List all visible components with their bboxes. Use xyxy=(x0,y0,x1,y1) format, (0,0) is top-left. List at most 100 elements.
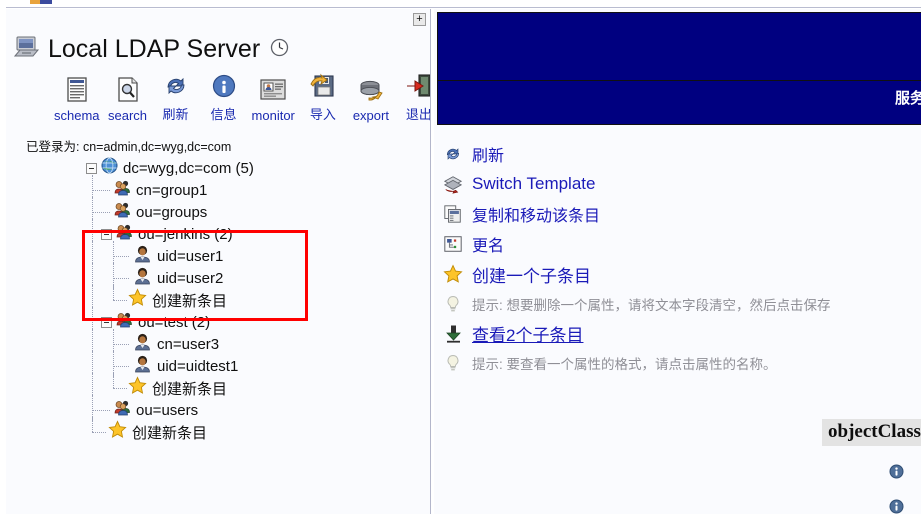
info-circle-icon xyxy=(211,71,237,101)
tree-guide-elbow xyxy=(113,300,127,301)
tree-guide-line xyxy=(113,285,114,300)
rename-icon xyxy=(442,234,464,254)
tree-node-create-entry-jenkins[interactable]: 创建新条目 xyxy=(6,285,430,311)
toolbar-monitor-button[interactable]: monitor xyxy=(248,75,299,123)
menu-item-create-child-entry[interactable]: 创建一个子条目 xyxy=(442,259,921,289)
group-icon xyxy=(114,179,131,201)
tree-node-uid-uidtest1[interactable]: uid=uidtest1 xyxy=(6,351,430,378)
tree-node-root[interactable]: dc=wyg,dc=com (5) xyxy=(6,157,430,179)
tree-toggle-ou-jenkins[interactable] xyxy=(101,228,112,240)
tree-node-cn-group1[interactable]: cn=group1 xyxy=(6,175,430,201)
tab-fragment-orange xyxy=(30,0,40,4)
ldap-toolbar: schema search 刷新 信息 monitor 导入 export 退出 xyxy=(50,71,430,123)
tree-guide-line xyxy=(113,373,114,388)
user-icon xyxy=(133,332,152,356)
app-window: + Local LDAP Server schema search 刷新 信息 … xyxy=(0,0,921,514)
header-separator xyxy=(438,80,921,81)
tree-node-label: ou=users xyxy=(136,401,199,419)
expand-panel-button[interactable]: + xyxy=(413,13,426,26)
tree-node-ou-groups[interactable]: ou=groups xyxy=(6,197,430,223)
tree-node-ou-test[interactable]: ou=test (2) xyxy=(6,307,430,333)
menu-item-switch-template[interactable]: Switch Template xyxy=(442,169,921,199)
tree-toggle-ou-test[interactable] xyxy=(101,316,112,328)
menu-item-view-children[interactable]: 查看2个子条目 xyxy=(442,318,921,348)
star-icon xyxy=(108,420,127,444)
menu-item-label: 创建一个子条目 xyxy=(472,266,591,286)
tree-guide-elbow xyxy=(113,278,129,279)
menu-item-refresh[interactable]: 刷新 xyxy=(442,139,921,169)
refresh-arrows-icon xyxy=(162,71,190,101)
group-icon xyxy=(114,201,131,223)
menu-item-label: 更名 xyxy=(472,238,505,255)
tree-node-label: uid=uidtest1 xyxy=(157,357,239,375)
tree-node-cn-user3[interactable]: cn=user3 xyxy=(6,329,430,356)
toolbar-info-button[interactable]: 信息 xyxy=(200,71,248,123)
info-circle-icon[interactable] xyxy=(889,499,904,514)
toolbar-logout-label: 退出 xyxy=(405,107,430,122)
menu-item-label: 刷新 xyxy=(472,148,505,165)
tree-node-uid-user1[interactable]: uid=user1 xyxy=(6,241,430,268)
toolbar-schema-button[interactable]: schema xyxy=(50,75,104,123)
toolbar-export-button[interactable]: export xyxy=(347,75,395,123)
refresh-arrows-icon xyxy=(442,144,464,164)
tree-toggle-root[interactable] xyxy=(86,162,97,174)
toolbar-import-button[interactable]: 导入 xyxy=(299,71,347,123)
lightbulb-icon xyxy=(442,295,464,313)
toolbar-schema-label: schema xyxy=(54,108,100,123)
tree-guide-line xyxy=(92,417,93,432)
schema-document-icon xyxy=(64,75,90,105)
tree-node-label: dc=wyg,dc=com (5) xyxy=(123,159,254,177)
group-icon xyxy=(114,399,131,421)
header-server-label: 服务器 xyxy=(894,90,921,107)
entry-action-menu: 刷新 Switch Template 复制和移动该条目 更名 创建一个子条目 提… xyxy=(442,139,921,377)
tree-guide-elbow xyxy=(92,432,106,433)
star-icon xyxy=(128,376,147,400)
clock-icon[interactable] xyxy=(270,38,289,62)
download-arrow-icon xyxy=(442,324,464,343)
menu-item-copy-move[interactable]: 复制和移动该条目 xyxy=(442,199,921,229)
tree-node-label: ou=test (2) xyxy=(138,313,211,331)
toolbar-logout-button[interactable]: 退出 xyxy=(395,71,430,123)
server-title-row: Local LDAP Server xyxy=(13,35,289,64)
tree-guide-elbow xyxy=(113,256,129,257)
hint-attribute-format: 提示: 要查看一个属性的格式，请点击属性的名称。 xyxy=(442,348,921,377)
entry-detail-panel: 服务器 刷新 xyxy=(434,9,921,514)
lightbulb-icon xyxy=(442,354,464,372)
toolbar-export-label: export xyxy=(352,108,389,123)
toolbar-refresh-label: 刷新 xyxy=(162,107,189,122)
user-icon xyxy=(133,266,152,290)
toolbar-import-label: 导入 xyxy=(309,107,336,122)
search-document-icon xyxy=(115,75,141,105)
tree-node-label: cn=group1 xyxy=(136,181,208,199)
menu-item-label: Switch Template xyxy=(472,174,596,193)
user-icon xyxy=(133,354,152,378)
ldap-tree-panel: + Local LDAP Server schema search 刷新 信息 … xyxy=(6,9,430,514)
tree-node-label: uid=user1 xyxy=(157,247,224,265)
tree-node-create-entry-root[interactable]: 创建新条目 xyxy=(6,417,430,444)
computer-icon xyxy=(13,35,40,64)
tree-node-uid-user2[interactable]: uid=user2 xyxy=(6,263,430,290)
panel-divider[interactable] xyxy=(430,9,431,514)
attribute-name-objectclass[interactable]: objectClass xyxy=(822,419,921,446)
tree-node-ou-jenkins[interactable]: ou=jenkins (2) xyxy=(6,219,430,245)
tree-guide-elbow xyxy=(113,388,127,389)
toolbar-refresh-button[interactable]: 刷新 xyxy=(152,71,200,123)
tree-guide-elbow xyxy=(92,410,110,411)
group-icon xyxy=(116,223,133,245)
toolbar-search-button[interactable]: search xyxy=(104,75,152,123)
info-circle-icon[interactable] xyxy=(889,464,904,479)
globe-icon xyxy=(101,157,118,179)
page-title: Local LDAP Server xyxy=(48,35,261,63)
menu-item-rename[interactable]: 更名 xyxy=(442,229,921,259)
tree-node-create-entry-test[interactable]: 创建新条目 xyxy=(6,373,430,400)
tree-node-label: 创建新条目 xyxy=(152,292,228,310)
user-icon xyxy=(133,244,152,268)
tree-node-label: cn=user3 xyxy=(157,335,220,353)
tree-node-ou-users[interactable]: ou=users xyxy=(6,395,430,421)
tree-node-label: uid=user2 xyxy=(157,269,224,287)
tree-guide-elbow xyxy=(92,212,110,213)
group-icon xyxy=(116,311,133,333)
tree-node-label: ou=jenkins (2) xyxy=(138,225,233,243)
ldap-entry-tree: dc=wyg,dc=com (5) cn=group1 ou=groups ou… xyxy=(6,157,430,443)
toolbar-info-label: 信息 xyxy=(210,107,237,122)
